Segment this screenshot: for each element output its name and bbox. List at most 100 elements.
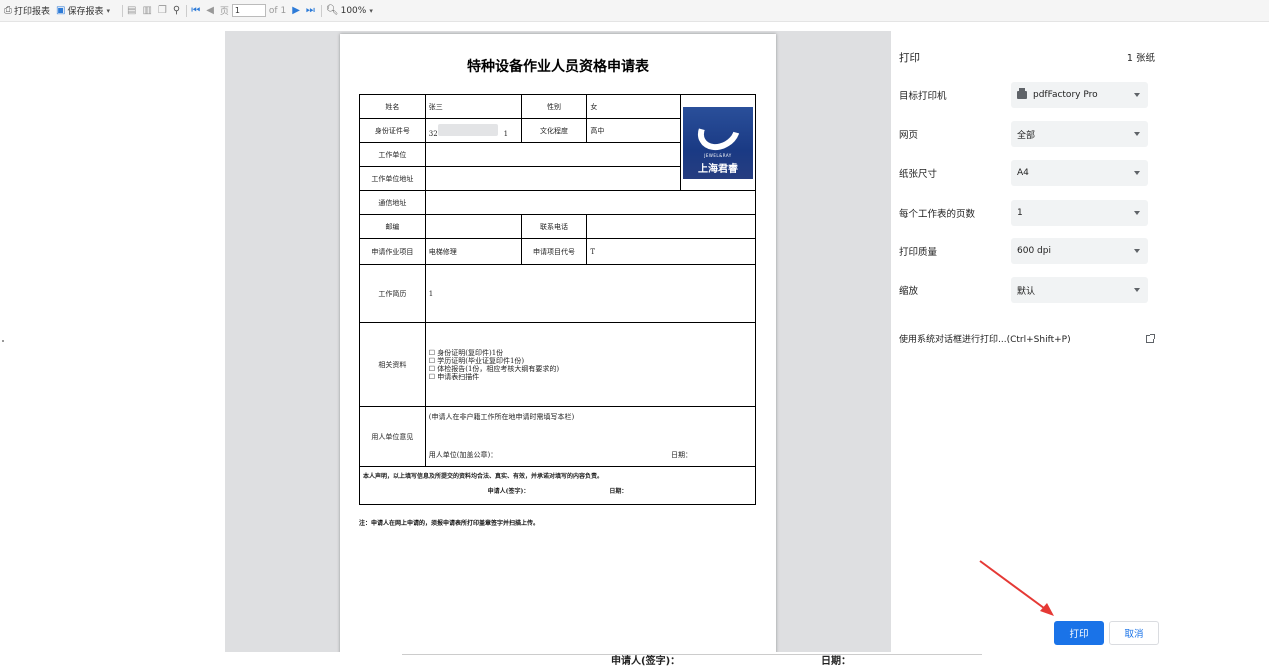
logo-swoosh-icon xyxy=(690,103,748,158)
last-page-icon[interactable]: ⏭ xyxy=(306,5,315,16)
applicant-date-label: 日期： xyxy=(609,488,628,495)
chevron-down-icon xyxy=(1134,132,1140,136)
next-page-icon[interactable]: ▶ xyxy=(292,5,300,16)
printer-icon xyxy=(1017,88,1027,99)
quality-value: 600 dpi xyxy=(1017,246,1051,256)
save-icon: ▣ xyxy=(56,5,66,16)
scale-label: 缩放 xyxy=(899,286,919,297)
paper-size-value: A4 xyxy=(1017,168,1029,178)
pages-value: 全部 xyxy=(1017,130,1036,141)
zoom-icon: 🔍︎ xyxy=(325,5,339,16)
applicant-photo: JEWEL&RAY 上海君睿 xyxy=(682,103,753,179)
pages-select[interactable]: 全部 xyxy=(1011,121,1148,147)
applicant-sign-label: 申请人(签字)： xyxy=(487,488,530,495)
materials-list: ☐ 身份证明(复印件)1份 ☐ 学历证明(毕业证复印件1份) ☐ 体检报告(1份… xyxy=(424,322,757,407)
project-code-label: 申请项目代号 xyxy=(520,238,588,265)
pages-per-sheet-label: 每个工作表的页数 xyxy=(899,209,976,220)
pages-per-sheet-value: 1 xyxy=(1017,208,1023,218)
phone-label: 联系电话 xyxy=(520,214,588,239)
photo-cell: JEWEL&RAY 上海君睿 xyxy=(679,94,757,191)
system-dialog-label: 使用系统对话框进行打印...(Ctrl+Shift+P) xyxy=(899,335,1071,345)
name-value: 张三 xyxy=(424,94,522,119)
prev-page-icon[interactable]: ◀ xyxy=(206,5,214,16)
toolbar-divider xyxy=(122,4,123,17)
scale-select[interactable]: 默认 xyxy=(1011,277,1148,303)
chevron-down-icon xyxy=(1134,93,1140,97)
chevron-down-icon xyxy=(1134,249,1140,253)
quality-row: 打印质量 600 dpi xyxy=(899,238,1161,264)
toolbar-divider xyxy=(320,4,322,17)
print-report-button[interactable]: ⎙ 打印报表 xyxy=(4,4,50,17)
printer-icon: ⎙ xyxy=(4,5,12,16)
report-toolbar: ⎙ 打印报表 ▣ 保存报表 ▾ ▤ ▥ ❐ ⚲ ⏮ ◀ 页 1 of 1 ▶ ⏭… xyxy=(0,0,1269,22)
chevron-down-icon: ▾ xyxy=(369,6,373,15)
education-label: 文化程度 xyxy=(520,118,588,143)
paper-size-row: 纸张尺寸 A4 xyxy=(899,160,1161,186)
quality-select[interactable]: 600 dpi xyxy=(1011,238,1148,264)
pages-per-sheet-row: 每个工作表的页数 1 xyxy=(899,200,1161,226)
material-item: ☐ 申请表扫描件 xyxy=(428,372,480,381)
project-label: 申请作业项目 xyxy=(359,238,426,265)
system-dialog-link[interactable]: 使用系统对话框进行打印...(Ctrl+Shift+P) xyxy=(899,332,1155,345)
paper-size-select[interactable]: A4 xyxy=(1011,160,1148,186)
work-address-label: 工作单位地址 xyxy=(359,166,426,191)
page-number-input[interactable]: 1 xyxy=(231,4,266,17)
print-button[interactable]: 打印 xyxy=(1054,621,1104,645)
chevron-down-icon xyxy=(1134,171,1140,175)
zip-label: 邮编 xyxy=(359,214,426,239)
gender-label: 性别 xyxy=(520,94,588,119)
form-title: 特种设备作业人员资格申请表 xyxy=(467,59,649,75)
declaration-sign-row: 申请人(签字)： 日期： xyxy=(363,486,752,495)
annotation-arrow xyxy=(979,560,1054,616)
work-unit-label: 工作单位 xyxy=(359,142,426,167)
id-value-end: 1 xyxy=(503,129,509,138)
work-unit-value xyxy=(424,142,681,167)
annotation-arrow-head xyxy=(1040,603,1054,616)
save-report-button[interactable]: ▣ 保存报表 ▾ xyxy=(56,4,112,17)
id-value-start: 32 xyxy=(428,129,438,138)
sheet-count: 1 张纸 xyxy=(1126,53,1155,64)
quality-label: 打印质量 xyxy=(899,247,938,258)
save-report-label: 保存报表 xyxy=(67,7,104,17)
project-code-value: T xyxy=(586,238,756,265)
destination-select[interactable]: pdfFactory Pro xyxy=(1011,82,1148,108)
dropdown-arrow-icon: ▾ xyxy=(106,6,110,15)
opinion-sign-row: 用人单位(加盖公章)： 日期： xyxy=(429,450,752,460)
copy-icon[interactable]: ❐ xyxy=(158,5,167,16)
photo-brand-cn: 上海君睿 xyxy=(697,163,738,175)
pages-row: 网页 全部 xyxy=(899,121,1161,147)
page-prefix-label: 页 xyxy=(219,7,229,17)
pages-label: 网页 xyxy=(899,130,919,141)
materials-label: 相关资料 xyxy=(359,322,426,407)
paper-size-label: 纸张尺寸 xyxy=(899,169,938,180)
opinion-note: (申请人在非户籍工作所在地申请时需填写本栏) xyxy=(428,413,575,421)
pages-per-sheet-select[interactable]: 1 xyxy=(1011,200,1148,226)
page-number-value: 1 xyxy=(234,6,241,15)
print-dialog-title: 打印 xyxy=(899,52,920,64)
zoom-dropdown[interactable]: 🔍︎ 100% ▾ xyxy=(326,5,375,16)
cancel-button[interactable]: 取消 xyxy=(1109,621,1159,645)
destination-label: 目标打印机 xyxy=(899,91,947,102)
export-icon[interactable]: ▤ xyxy=(127,5,136,16)
application-form-table: 姓名 张三 性别 女 JEWEL&RAY 上海君睿 身份证件号 32 1 文化程度 xyxy=(359,94,757,505)
print-preview-area: 特种设备作业人员资格申请表 姓名 张三 性别 女 JEWEL&RAY 上海君睿 xyxy=(225,31,891,652)
id-value: 32 1 xyxy=(424,118,522,143)
destination-value: pdfFactory Pro xyxy=(1033,90,1098,100)
zip-value xyxy=(424,214,522,239)
preview-page: 特种设备作业人员资格申请表 姓名 张三 性别 女 JEWEL&RAY 上海君睿 xyxy=(340,34,776,652)
open-external-icon xyxy=(1146,333,1155,343)
mail-address-value xyxy=(424,190,757,215)
material-item: ☐ 身份证明(复印件)1份 xyxy=(428,348,504,357)
scale-value: 默认 xyxy=(1017,286,1036,297)
page-setup-icon[interactable]: ▥ xyxy=(142,5,151,16)
mail-address-label: 通信地址 xyxy=(359,190,426,215)
declaration-cell: 本人声明，以上填写信息及所提交的资料均合法、真实、有效，并承诺对填写的内容负责。… xyxy=(359,466,756,505)
project-value: 电梯修理 xyxy=(424,238,522,265)
underlying-date-label: 日期： xyxy=(821,656,851,667)
id-label: 身份证件号 xyxy=(359,118,426,143)
find-icon[interactable]: ⚲ xyxy=(173,5,180,16)
toolbar-divider xyxy=(186,4,188,17)
first-page-icon[interactable]: ⏮ xyxy=(191,5,200,16)
chevron-down-icon xyxy=(1134,211,1140,215)
form-footnote: 注：申请人在网上申请的，须报申请表所打印盖章签字并扫描上传。 xyxy=(359,520,540,527)
